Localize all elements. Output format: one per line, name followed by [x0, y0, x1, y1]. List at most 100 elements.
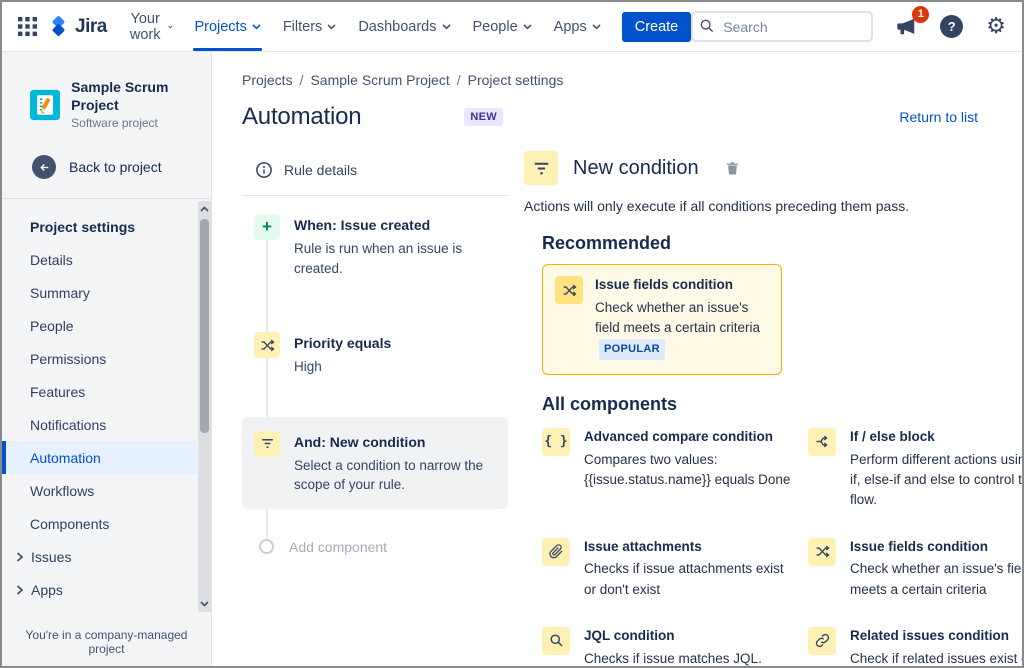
component-issue-fields-condition[interactable]: Issue fields condition Check whether an …: [808, 537, 1022, 600]
filter-icon: [524, 151, 558, 185]
paperclip-icon: [542, 537, 570, 566]
all-components-heading: All components: [542, 393, 678, 414]
sidebar-scrollbar[interactable]: [198, 201, 211, 612]
app-switcher-icon[interactable]: [14, 13, 41, 40]
chevron-down-icon: [523, 23, 532, 29]
jira-logo-text: Jira: [75, 15, 107, 37]
delete-condition-button[interactable]: [723, 158, 742, 178]
jira-logo[interactable]: Jira: [47, 15, 107, 38]
step-new-condition-selected[interactable]: And: New condition Select a condition to…: [242, 416, 508, 509]
chevron-down-icon: [327, 23, 336, 29]
recommended-heading: Recommended: [542, 233, 672, 253]
managed-project-note: You're in a company-managed project: [25, 628, 188, 656]
arrow-left-icon: [32, 155, 56, 179]
nav-apps[interactable]: Apps: [543, 2, 612, 51]
rule-details-button[interactable]: Rule details: [242, 151, 508, 195]
nav-dashboards[interactable]: Dashboards: [347, 2, 461, 51]
chevron-down-icon: [592, 23, 601, 29]
search-icon: [700, 19, 714, 33]
page-title: Automation: [242, 103, 362, 130]
scroll-down-icon[interactable]: [198, 597, 211, 611]
settings-button[interactable]: ⚙: [982, 12, 1010, 42]
notifications-button[interactable]: 1: [891, 5, 930, 42]
breadcrumb-projects[interactable]: Projects: [242, 72, 293, 88]
components-grid: { } Advanced compare condition Compares …: [542, 427, 1022, 666]
breadcrumb-project[interactable]: Sample Scrum Project: [310, 72, 449, 88]
search-icon: [542, 626, 570, 655]
sidebar-item-features[interactable]: Features: [2, 375, 197, 408]
filter-icon: [254, 430, 280, 457]
panel-title: New condition: [573, 156, 699, 179]
notification-count-badge: 1: [912, 5, 930, 23]
jira-logo-icon: [52, 16, 65, 36]
project-avatar: [30, 89, 61, 120]
settings-menu-heading: Project settings: [30, 219, 136, 235]
project-type: Software project: [71, 116, 158, 130]
main-content: Projects / Sample Scrum Project / Project se…: [212, 52, 1022, 666]
sidebar-footer: You're in a company-managed project Lear…: [2, 614, 211, 666]
plus-icon: +: [254, 214, 280, 240]
sidebar-item-details[interactable]: Details: [2, 243, 197, 276]
breadcrumb-settings[interactable]: Project settings: [468, 72, 564, 88]
new-badge: NEW: [464, 108, 503, 126]
nav-people[interactable]: People: [462, 2, 543, 51]
info-icon: [256, 162, 272, 178]
sidebar-item-summary[interactable]: Summary: [2, 276, 197, 309]
nav-your-work[interactable]: Your work: [117, 2, 184, 51]
global-search: [691, 11, 874, 42]
sidebar-item-automation[interactable]: Automation: [2, 441, 197, 474]
component-jql-condition[interactable]: JQL condition Checks if issue matches JQ…: [542, 626, 794, 666]
component-issue-attachments[interactable]: Issue attachments Checks if issue attach…: [542, 537, 794, 600]
component-advanced-compare-condition[interactable]: { } Advanced compare condition Compares …: [542, 427, 794, 511]
chevron-right-icon: [16, 584, 24, 595]
shuffle-icon: [254, 332, 280, 359]
nav-filters[interactable]: Filters: [272, 2, 347, 51]
chevron-down-icon: [252, 23, 261, 29]
trash-icon: [726, 162, 738, 175]
chevron-down-icon: [167, 25, 173, 28]
panel-description: Actions will only execute if all conditi…: [524, 198, 910, 214]
add-component-button[interactable]: Add component: [242, 539, 508, 555]
recommended-issue-fields-condition[interactable]: Issue fields condition Check whether an …: [542, 264, 782, 375]
project-header: Sample Scrum Project Software project: [2, 52, 211, 130]
step-condition-priority[interactable]: Priority equals High: [242, 318, 508, 391]
create-button[interactable]: Create: [621, 11, 692, 42]
component-related-issues-condition[interactable]: Related issues condition Check if relate…: [808, 626, 1022, 666]
chevron-down-icon: [441, 23, 451, 29]
primary-nav: Your work Projects Filters Dashboards Pe…: [117, 2, 612, 51]
rule-divider: [242, 195, 508, 196]
shuffle-icon: [555, 276, 583, 304]
rule-chain-column: Rule details + When: Issue created Rule …: [242, 151, 508, 666]
return-to-list-link[interactable]: Return to list: [899, 109, 978, 125]
scroll-up-icon[interactable]: [198, 202, 211, 216]
condition-panel: New condition Actions will only execute …: [524, 151, 1022, 666]
empty-node-icon: [259, 539, 274, 555]
chevron-right-icon: [16, 551, 24, 562]
gear-icon: ⚙: [986, 13, 1006, 39]
help-button[interactable]: ?: [936, 11, 967, 42]
step-trigger-issue-created[interactable]: + When: Issue created Rule is run when a…: [242, 200, 508, 292]
sidebar-item-apps[interactable]: Apps: [2, 573, 197, 606]
sidebar-item-components[interactable]: Components: [2, 507, 197, 540]
sidebar-item-issues[interactable]: Issues: [2, 540, 197, 573]
shuffle-icon: [808, 537, 836, 566]
nav-projects[interactable]: Projects: [183, 2, 271, 51]
braces-icon: { }: [542, 427, 570, 456]
top-navbar: Jira Your work Projects Filters Dashboar…: [2, 2, 1022, 52]
settings-menu: Project settings Details Summary People …: [2, 199, 211, 614]
sidebar-item-permissions[interactable]: Permissions: [2, 342, 197, 375]
jira-window: Jira Your work Projects Filters Dashboar…: [0, 0, 1024, 668]
sidebar-item-people[interactable]: People: [2, 309, 197, 342]
project-sidebar: Sample Scrum Project Software project Ba…: [2, 52, 212, 666]
scrollbar-thumb[interactable]: [200, 219, 209, 433]
sidebar-item-workflows[interactable]: Workflows: [2, 474, 197, 507]
sidebar-item-notifications[interactable]: Notifications: [2, 408, 197, 441]
back-to-project[interactable]: Back to project: [2, 130, 211, 198]
link-icon: [808, 626, 836, 655]
component-if-else-block[interactable]: If / else block Perform different action…: [808, 427, 1022, 511]
branch-icon: [808, 427, 836, 456]
search-input[interactable]: [691, 11, 874, 42]
help-icon: ?: [940, 15, 964, 38]
popular-badge: POPULAR: [599, 339, 665, 360]
breadcrumb: Projects / Sample Scrum Project / Project se…: [242, 72, 564, 88]
